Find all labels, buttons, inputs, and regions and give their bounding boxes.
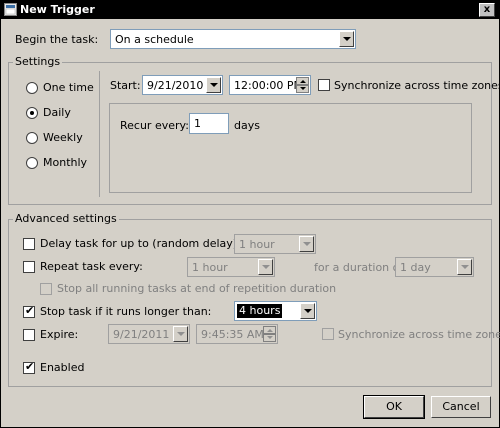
spin-up-icon[interactable] [296,77,309,85]
duration-dropdown[interactable]: 1 day [395,257,474,277]
time-spinner[interactable] [296,77,309,93]
delay-task-checkbox[interactable] [23,238,35,250]
chevron-down-icon[interactable] [299,236,314,252]
checkmark-icon: ✔ [25,360,35,373]
chevron-down-icon[interactable] [258,259,273,275]
title-bar[interactable]: New Trigger x [1,1,499,19]
start-date-value: 9/21/2010 [147,79,204,92]
radio-weekly-label[interactable]: Weekly [43,131,83,144]
checkmark-icon: ✔ [25,304,35,317]
repeat-task-checkbox[interactable] [23,261,35,273]
expire-time-value: 9:45:35 AM [201,328,264,341]
recur-unit-label: days [234,119,260,132]
stop-task-duration-value: 4 hours [237,304,283,318]
stop-task-duration-dropdown[interactable]: 4 hours [234,301,317,321]
radio-monthly[interactable] [26,157,38,169]
settings-divider [99,71,100,197]
settings-group-title: Settings [13,55,63,68]
duration-label: for a duration of: [314,261,407,274]
chevron-down-icon[interactable] [339,31,354,47]
radio-weekly[interactable] [26,132,38,144]
radio-one-time[interactable] [26,82,38,94]
duration-value: 1 day [400,261,431,274]
recurrence-panel [109,103,472,193]
enabled-label[interactable]: Enabled [40,361,84,374]
repeat-interval-dropdown[interactable]: 1 hour [187,257,275,277]
cancel-button[interactable]: Cancel [431,396,491,418]
stop-task-longer-label[interactable]: Stop task if it runs longer than: [40,305,211,318]
start-time-value: 12:00:00 PM [234,79,304,92]
spin-down-icon[interactable] [263,334,276,342]
expire-sync-checkbox[interactable] [322,328,334,340]
begin-task-label: Begin the task: [15,33,99,46]
recur-every-input[interactable]: 1 [189,113,229,134]
expire-checkbox[interactable] [23,329,35,341]
begin-task-dropdown[interactable]: On a schedule [110,29,356,49]
start-date-picker[interactable]: 9/21/2010 [142,75,223,95]
stop-task-longer-checkbox[interactable]: ✔ [23,304,35,318]
delay-dropdown[interactable]: 1 hour [234,234,316,254]
ok-button[interactable]: OK [363,395,425,419]
sync-timezones-checkbox[interactable] [318,79,330,91]
spin-up-icon[interactable] [263,326,276,334]
calendar-dropdown-icon[interactable] [206,77,221,93]
sync-timezones-label[interactable]: Synchronize across time zones [334,79,500,92]
repeat-task-label[interactable]: Repeat task every: [40,260,143,273]
trigger-app-icon [4,3,17,16]
start-time-field[interactable]: 12:00:00 PM [229,75,311,95]
radio-selected-dot [30,111,34,115]
time-spinner[interactable] [263,326,276,342]
stop-running-tasks-label[interactable]: Stop all running tasks at end of repetit… [57,282,336,295]
window-title: New Trigger [20,3,95,16]
begin-task-value: On a schedule [115,33,194,46]
expire-date-value: 9/21/2011 [113,328,170,341]
recur-every-label: Recur every: [120,119,189,132]
advanced-settings-title: Advanced settings [13,212,119,225]
radio-daily-label[interactable]: Daily [43,106,71,119]
close-icon: x [483,4,491,15]
start-label: Start: [110,79,141,92]
repeat-interval-value: 1 hour [192,261,228,274]
stop-running-tasks-checkbox[interactable] [40,283,52,295]
enabled-checkbox[interactable]: ✔ [23,360,35,374]
calendar-dropdown-icon[interactable] [173,326,188,342]
chevron-down-icon[interactable] [300,303,315,319]
chevron-down-icon[interactable] [457,259,472,275]
expire-time-field[interactable]: 9:45:35 AM [196,324,278,344]
spin-down-icon[interactable] [296,85,309,93]
delay-task-label[interactable]: Delay task for up to (random delay): [40,237,241,250]
expire-label[interactable]: Expire: [40,328,78,341]
radio-one-time-label[interactable]: One time [43,81,94,94]
expire-sync-label[interactable]: Synchronize across time zones [338,328,500,341]
delay-value: 1 hour [239,238,275,251]
recur-every-value: 1 [194,117,201,130]
expire-date-picker[interactable]: 9/21/2011 [108,324,190,344]
radio-monthly-label[interactable]: Monthly [43,156,87,169]
radio-daily[interactable] [26,107,38,119]
new-trigger-dialog: New Trigger x Begin the task: On a sched… [0,0,500,428]
close-button[interactable]: x [479,3,495,17]
